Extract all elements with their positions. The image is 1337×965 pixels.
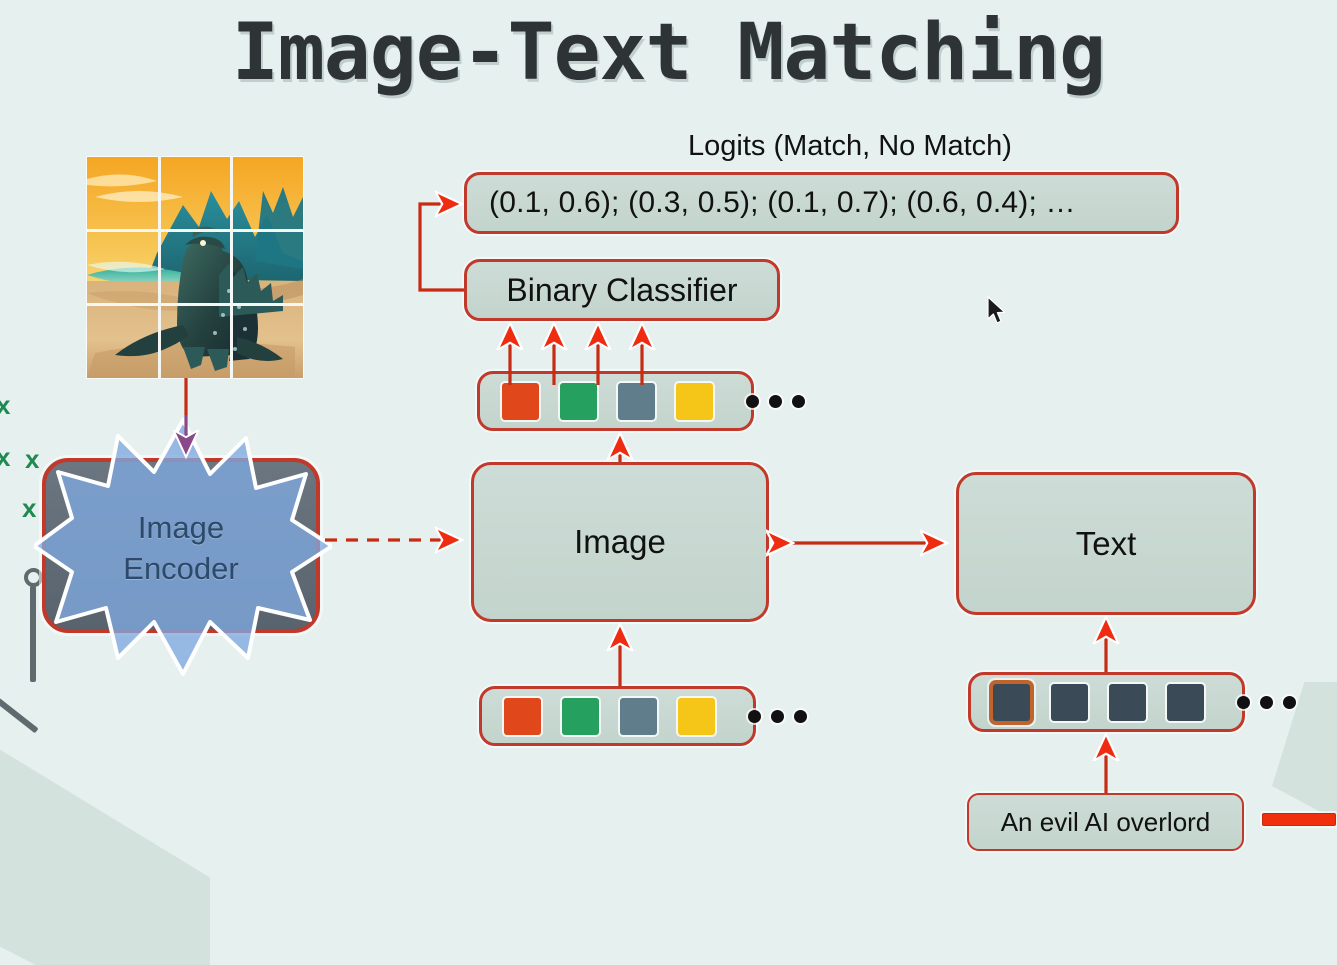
ellipsis-icon [746, 394, 805, 408]
image-box[interactable]: Image [471, 462, 769, 622]
logits-caption: Logits (Match, No Match) [688, 130, 1012, 162]
token-text-3[interactable] [1109, 683, 1146, 721]
prompt-box[interactable]: An evil AI overlord [967, 793, 1244, 851]
red-marker-stub [1262, 813, 1336, 826]
ellipsis-icon [748, 709, 807, 723]
background-polygon-bottom-left [0, 735, 210, 965]
token-list [480, 382, 805, 420]
text-token-row[interactable] [968, 672, 1296, 732]
prompt-text: An evil AI overlord [1000, 806, 1211, 837]
image-encoder-label: Image Encoder [42, 508, 320, 590]
binary-classifier-label: Binary Classifier [506, 271, 738, 308]
x-mark-icon: x [0, 390, 11, 420]
token-text-4[interactable] [1167, 683, 1204, 721]
x-mark-icon: x [22, 493, 37, 523]
text-box[interactable]: Text [956, 472, 1256, 615]
text-box-label: Text [1075, 524, 1137, 562]
slide-canvas: x x x x Image-Text Matching Logits (Matc… [0, 0, 1337, 965]
logits-values: (0.1, 0.6); (0.3, 0.5); (0.1, 0.7); (0.6… [489, 186, 1076, 219]
token-orange[interactable] [504, 697, 541, 735]
token-text-2[interactable] [1051, 683, 1088, 721]
image-box-label: Image [574, 523, 666, 560]
pin-stem-angled-icon [0, 675, 39, 734]
image-grid-overlay [87, 157, 303, 378]
token-green[interactable] [560, 382, 597, 420]
pin-stem-icon [30, 586, 36, 682]
token-yellow[interactable] [676, 382, 713, 420]
arrow-classifier-to-logits [418, 204, 464, 292]
ellipsis-icon [1237, 695, 1296, 709]
binary-classifier-box[interactable]: Binary Classifier [464, 259, 780, 321]
token-text-1[interactable] [993, 683, 1030, 721]
x-mark-icon: x [25, 444, 40, 474]
token-green[interactable] [562, 697, 599, 735]
pin-head-icon [24, 568, 43, 587]
source-image-grid[interactable] [87, 157, 303, 378]
page-title: Image-Text Matching [231, 8, 1106, 98]
token-list [482, 697, 807, 735]
x-mark-icon: x [0, 442, 11, 472]
token-list [971, 683, 1296, 721]
token-slate[interactable] [620, 697, 657, 735]
logits-box[interactable]: (0.1, 0.6); (0.3, 0.5); (0.1, 0.7); (0.6… [464, 172, 1179, 234]
image-encoder-label-line2: Encoder [123, 550, 239, 586]
token-yellow[interactable] [678, 697, 715, 735]
token-orange[interactable] [502, 382, 539, 420]
image-encoder-label-line1: Image [137, 510, 225, 545]
mouse-cursor-icon [987, 296, 1006, 324]
token-slate[interactable] [618, 382, 655, 420]
image-token-row-lower[interactable] [479, 686, 807, 746]
image-token-row-upper[interactable] [477, 371, 805, 431]
